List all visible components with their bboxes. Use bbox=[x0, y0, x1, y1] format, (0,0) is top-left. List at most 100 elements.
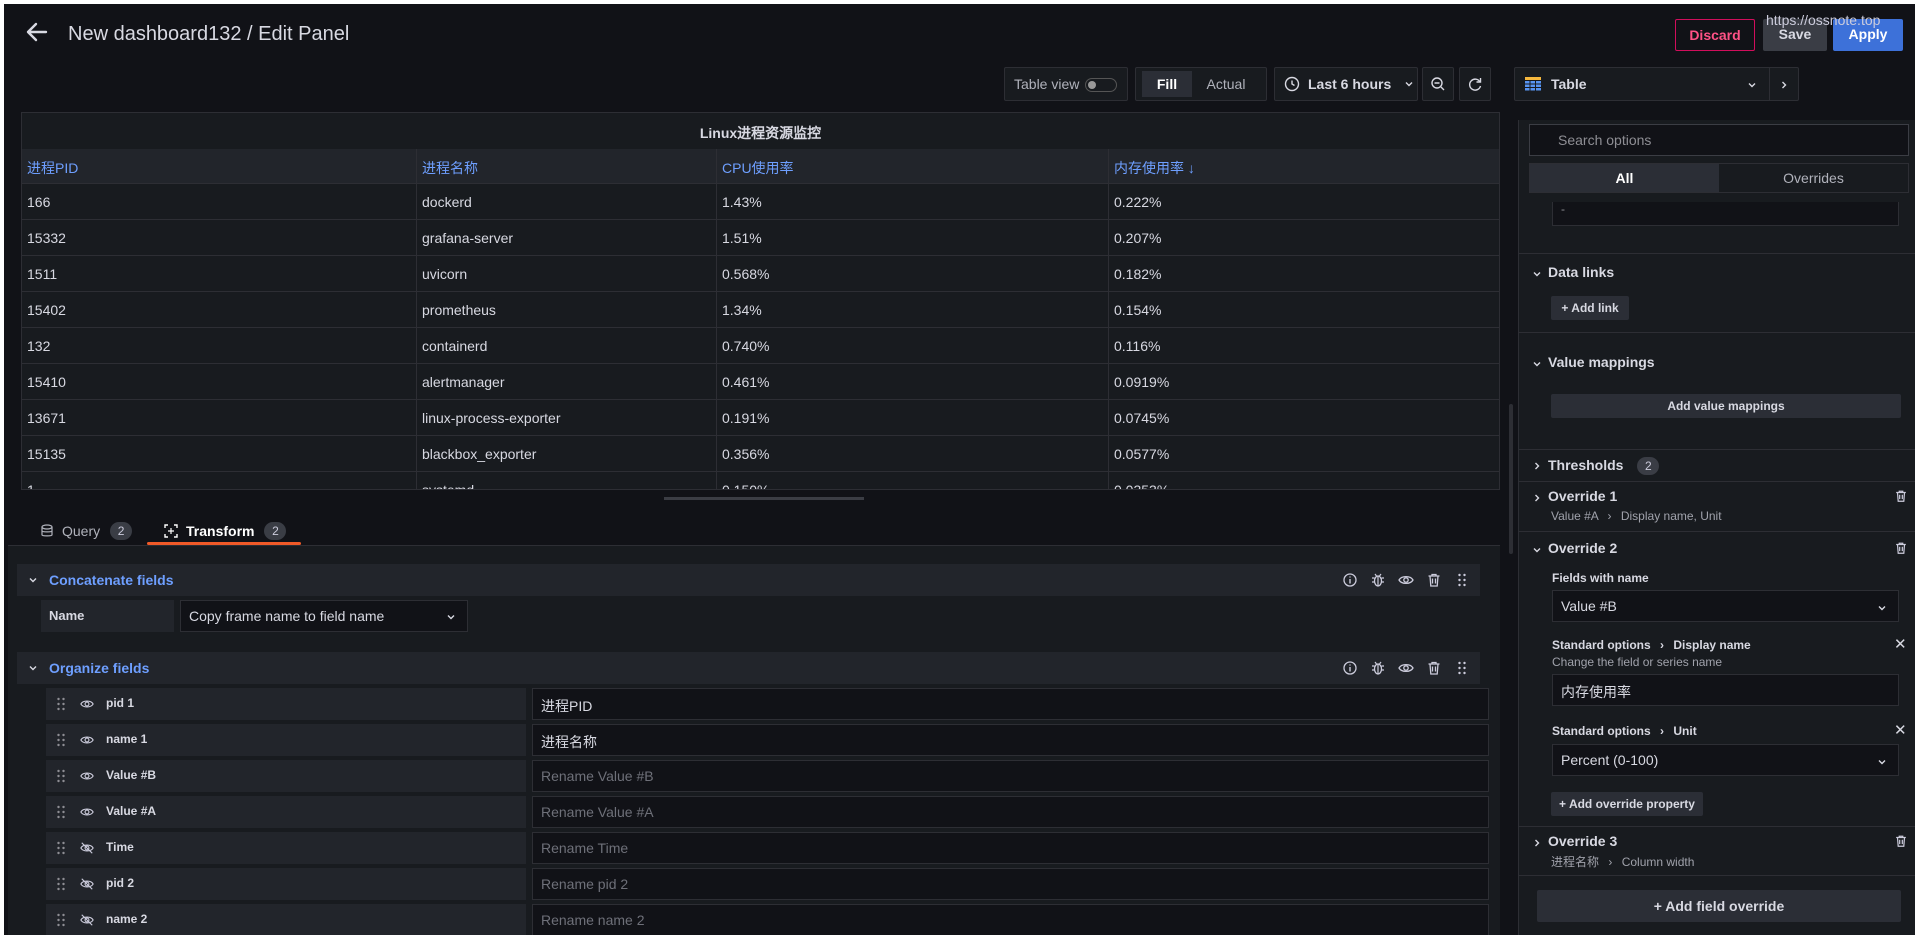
tab-transform[interactable]: Transform 2 bbox=[164, 517, 287, 545]
chevron-right-icon[interactable] bbox=[1778, 79, 1790, 91]
remove-property-icon[interactable]: ✕ bbox=[1894, 635, 1907, 653]
field-label-cell: Time bbox=[46, 832, 526, 864]
url-overlay-text: https://ossnote.top bbox=[1766, 12, 1881, 28]
scrollbar[interactable] bbox=[1509, 404, 1513, 554]
actual-button[interactable]: Actual bbox=[1192, 71, 1260, 97]
eye-icon[interactable] bbox=[1398, 572, 1414, 588]
rename-field-input[interactable]: 进程PID bbox=[532, 688, 1489, 720]
tab-query[interactable]: Query 2 bbox=[40, 517, 133, 545]
tab-all[interactable]: All bbox=[1530, 164, 1719, 192]
eye-slash-icon[interactable] bbox=[80, 841, 94, 855]
trash-icon[interactable] bbox=[1426, 572, 1442, 588]
add-value-mappings-button[interactable]: Add value mappings bbox=[1551, 394, 1901, 418]
eye-icon[interactable] bbox=[80, 733, 94, 747]
rename-field-input[interactable]: Rename pid 2 bbox=[532, 868, 1489, 900]
field-name: Value #A bbox=[106, 804, 157, 818]
rename-field-input[interactable]: Rename Value #A bbox=[532, 796, 1489, 828]
back-arrow-icon[interactable] bbox=[26, 22, 48, 42]
drag-handle-icon[interactable] bbox=[56, 732, 66, 748]
truncated-input[interactable]: - bbox=[1552, 202, 1899, 226]
zoom-out-button[interactable] bbox=[1422, 67, 1454, 101]
table-row: 15410 alertmanager 0.461% 0.0919% bbox=[22, 363, 1499, 399]
drag-handle-icon[interactable] bbox=[56, 876, 66, 892]
toggle-switch[interactable] bbox=[1085, 78, 1117, 92]
fields-with-name-value: Value #B bbox=[1561, 598, 1617, 614]
rename-field-input[interactable]: Rename Time bbox=[532, 832, 1489, 864]
discard-button[interactable]: Discard bbox=[1675, 19, 1755, 51]
time-range-picker[interactable]: Last 6 hours bbox=[1274, 67, 1418, 101]
column-header-memory[interactable]: 内存使用率 ↓ bbox=[1114, 158, 1195, 178]
chevron-down-icon[interactable] bbox=[27, 574, 39, 586]
eye-icon[interactable] bbox=[80, 769, 94, 783]
info-icon[interactable] bbox=[1342, 572, 1358, 588]
add-override-property-button[interactable]: + Add override property bbox=[1551, 792, 1703, 816]
drag-handle-icon[interactable] bbox=[56, 804, 66, 820]
tab-overrides[interactable]: Overrides bbox=[1719, 164, 1908, 192]
info-icon[interactable] bbox=[1342, 660, 1358, 676]
drag-handle-icon[interactable] bbox=[56, 696, 66, 712]
drag-handle-icon[interactable] bbox=[56, 768, 66, 784]
section-override-2[interactable]: Override 2 bbox=[1548, 540, 1617, 556]
field-label-cell: pid 1 bbox=[46, 688, 526, 720]
column-header-pid[interactable]: 进程PID bbox=[27, 158, 78, 178]
transform-concatenate-header[interactable]: Concatenate fields bbox=[17, 564, 1480, 596]
panel-resize-handle[interactable] bbox=[664, 497, 864, 500]
page-title: New dashboard132 / Edit Panel bbox=[68, 23, 350, 45]
fill-button[interactable]: Fill bbox=[1142, 71, 1192, 97]
name-mode-select[interactable]: Copy frame name to field name bbox=[180, 600, 468, 632]
database-icon bbox=[41, 524, 53, 537]
column-header-cpu[interactable]: CPU使用率 bbox=[722, 158, 794, 178]
time-range-label: Last 6 hours bbox=[1308, 76, 1392, 92]
eye-slash-icon[interactable] bbox=[80, 913, 94, 927]
eye-slash-icon[interactable] bbox=[80, 877, 94, 891]
chevron-down-icon[interactable] bbox=[27, 662, 39, 674]
table-view-toggle[interactable]: Table view bbox=[1004, 67, 1128, 101]
table-cell: uvicorn bbox=[422, 266, 468, 282]
add-field-override-button[interactable]: + Add field override bbox=[1537, 890, 1901, 922]
tab-query-label: Query bbox=[62, 523, 101, 539]
section-override-1[interactable]: Override 1 bbox=[1548, 488, 1617, 504]
bug-icon[interactable] bbox=[1370, 660, 1386, 676]
chevron-right-icon[interactable] bbox=[1531, 492, 1543, 504]
refresh-icon bbox=[1469, 78, 1482, 91]
column-header-name[interactable]: 进程名称 bbox=[422, 158, 478, 178]
eye-icon[interactable] bbox=[80, 805, 94, 819]
field-label-cell: name 2 bbox=[46, 904, 526, 935]
visualization-picker[interactable]: Table bbox=[1514, 67, 1799, 101]
eye-icon[interactable] bbox=[80, 697, 94, 711]
trash-icon[interactable] bbox=[1894, 489, 1908, 503]
clock-icon bbox=[1284, 76, 1300, 92]
rename-field-input[interactable]: 进程名称 bbox=[532, 724, 1489, 756]
table-cell: 0.182% bbox=[1114, 266, 1162, 282]
chevron-right-icon[interactable] bbox=[1531, 837, 1543, 849]
eye-icon[interactable] bbox=[1398, 660, 1414, 676]
bug-icon[interactable] bbox=[1370, 572, 1386, 588]
search-options-input[interactable]: Search options bbox=[1529, 124, 1909, 156]
chevron-down-icon[interactable] bbox=[1531, 268, 1543, 280]
chevron-down-icon[interactable] bbox=[1531, 358, 1543, 370]
unit-select[interactable]: Percent (0-100) bbox=[1552, 744, 1899, 776]
add-link-button[interactable]: + Add link bbox=[1551, 296, 1629, 320]
chevron-down-icon[interactable] bbox=[1531, 544, 1543, 556]
refresh-button[interactable] bbox=[1459, 67, 1491, 101]
drag-handle-icon[interactable] bbox=[1454, 572, 1470, 588]
section-override-3[interactable]: Override 3 bbox=[1548, 833, 1617, 849]
transform-organize-header[interactable]: Organize fields bbox=[17, 652, 1480, 684]
trash-icon[interactable] bbox=[1894, 541, 1908, 555]
drag-handle-icon[interactable] bbox=[56, 912, 66, 928]
display-name-input[interactable]: 内存使用率 bbox=[1552, 674, 1899, 706]
section-data-links[interactable]: Data links bbox=[1548, 264, 1614, 280]
trash-icon[interactable] bbox=[1894, 834, 1908, 848]
trash-icon[interactable] bbox=[1426, 660, 1442, 676]
remove-property-icon[interactable]: ✕ bbox=[1894, 721, 1907, 739]
drag-handle-icon[interactable] bbox=[1454, 660, 1470, 676]
drag-handle-icon[interactable] bbox=[56, 840, 66, 856]
fields-with-name-select[interactable]: Value #B bbox=[1552, 590, 1899, 622]
section-thresholds[interactable]: Thresholds 2 bbox=[1548, 457, 1660, 475]
chevron-down-icon bbox=[1748, 83, 1756, 88]
chevron-right-icon[interactable] bbox=[1531, 460, 1543, 472]
rename-field-input[interactable]: Rename Value #B bbox=[532, 760, 1489, 792]
rename-field-input[interactable]: Rename name 2 bbox=[532, 904, 1489, 935]
section-value-mappings[interactable]: Value mappings bbox=[1548, 354, 1655, 370]
tab-transform-label: Transform bbox=[186, 523, 255, 539]
